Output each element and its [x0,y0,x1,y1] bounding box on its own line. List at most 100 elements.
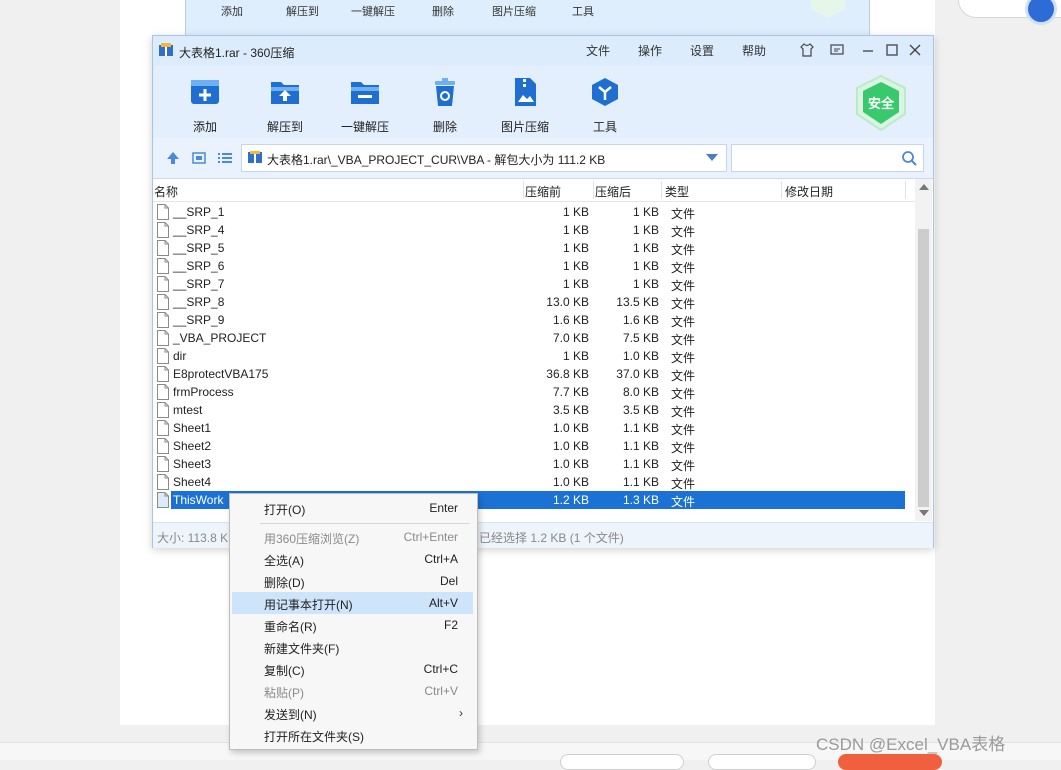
file-name: __SRP_8 [173,295,225,309]
file-size-after: 7.5 KB [622,331,659,345]
file-size-before: 13.0 KB [546,295,589,309]
add-icon [191,80,219,104]
file-row[interactable]: __SRP_4 1 KB 1 KB 文件 [153,221,915,239]
file-type: 文件 [671,369,696,383]
file-row[interactable]: __SRP_5 1 KB 1 KB 文件 [153,239,915,257]
file-type: 文件 [671,387,696,401]
file-size-before: 1 KB [562,241,589,255]
page-bottom-button-1[interactable] [560,754,684,770]
context-menu: 打开(O) Enter 用360压缩浏览(Z) Ctrl+Enter 全选(A) Ctrl… [229,493,478,750]
path-field[interactable]: 大表格1.rar\_VBA_PROJECT_CUR\VBA - 解包大小为 11… [241,144,727,172]
safe-shield-badge[interactable]: 安全 [853,74,909,134]
file-type: 文件 [671,477,696,491]
delete-button[interactable]: 删除 [405,72,485,134]
file-type: 文件 [671,243,696,257]
file-row[interactable]: __SRP_9 1.6 KB 1.6 KB 文件 [153,311,915,329]
file-type: 文件 [671,279,696,293]
search-icon[interactable] [901,150,917,166]
file-row[interactable]: mtest 3.5 KB 3.5 KB 文件 [153,401,915,419]
file-row[interactable]: Sheet3 1.0 KB 1.1 KB 文件 [153,455,915,473]
file-type: 文件 [671,261,696,275]
one-click-extract-button[interactable]: 一键解压 [325,72,405,134]
context-menu-item[interactable]: 打开所在文件夹(S) [232,724,473,746]
file-type: 文件 [671,441,696,455]
column-modified[interactable]: 修改日期 [785,183,833,200]
file-name: E8protectVBA175 [173,367,269,381]
file-row[interactable]: Sheet4 1.0 KB 1.1 KB 文件 [153,473,915,491]
feedback-icon[interactable] [829,42,845,58]
context-menu-item[interactable]: 重命名(R) F2 [232,614,473,636]
column-after[interactable]: 压缩后 [595,183,631,200]
avatar[interactable] [1025,0,1057,25]
file-row[interactable]: Sheet1 1.0 KB 1.1 KB 文件 [153,419,915,437]
extract-to-icon [271,82,299,104]
title-bar[interactable]: 大表格1.rar - 360压缩 文件 操作 设置 帮助 [153,36,933,66]
context-menu-item[interactable]: 用360压缩浏览(Z) Ctrl+Enter [232,526,473,548]
image-compress-button[interactable]: 图片压缩 [485,72,565,134]
user-pill[interactable] [958,0,1061,25]
context-menu-item[interactable]: 粘贴(P) Ctrl+V [232,680,473,702]
file-row[interactable]: __SRP_8 13.0 KB 13.5 KB 文件 [153,293,915,311]
scroll-down-icon[interactable] [919,510,929,516]
search-input[interactable] [736,147,900,171]
file-row[interactable]: dir 1 KB 1.0 KB 文件 [153,347,915,365]
maximize-icon[interactable] [884,42,900,58]
menu-help[interactable]: 帮助 [742,42,766,59]
context-menu-item[interactable]: 打开(O) Enter [232,497,473,519]
context-menu-item[interactable]: 发送到(N) › [232,702,473,724]
context-menu-item[interactable]: 全选(A) Ctrl+A [232,548,473,570]
path-dropdown-icon[interactable] [706,154,718,161]
up-arrow-icon[interactable] [165,150,181,166]
page-bottom-button-2[interactable] [708,754,816,770]
menu-settings[interactable]: 设置 [690,42,714,59]
menu-file[interactable]: 文件 [586,42,610,59]
file-row[interactable]: _VBA_PROJECT 7.0 KB 7.5 KB 文件 [153,329,915,347]
file-size-after: 1 KB [632,205,659,219]
menu-item-label: 新建文件夹(F) [264,642,340,656]
menu-item-label: 重命名(R) [264,620,317,634]
add-button[interactable]: 添加 [165,72,245,134]
column-name[interactable]: 名称 [154,183,178,200]
scroll-thumb[interactable] [918,229,929,507]
file-row[interactable]: __SRP_1 1 KB 1 KB 文件 [153,203,915,221]
file-name: _VBA_PROJECT [173,331,267,345]
menu-item-label: 用360压缩浏览(Z) [264,532,360,546]
column-type[interactable]: 类型 [665,183,689,200]
minimize-icon[interactable] [860,42,876,58]
delete-label: 删除 [432,120,457,134]
thumbnail-view-icon[interactable] [191,150,207,166]
tools-button[interactable]: 工具 [565,72,645,134]
image-compress-icon [515,78,536,106]
file-row[interactable]: frmProcess 7.7 KB 8.0 KB 文件 [153,383,915,401]
extract-to-button[interactable]: 解压到 [245,72,325,134]
shirt-skin-icon[interactable] [799,42,815,58]
list-view-icon[interactable] [217,150,233,166]
file-size-after: 1.3 KB [622,493,659,507]
context-menu-item[interactable]: 删除(D) Del [232,570,473,592]
file-row[interactable]: __SRP_6 1 KB 1 KB 文件 [153,257,915,275]
file-name: dir [173,349,187,363]
scroll-up-icon[interactable] [919,184,929,190]
file-size-before: 7.0 KB [552,331,589,345]
context-menu-item[interactable]: 新建文件夹(F) [232,636,473,658]
menu-separator [260,523,470,524]
context-menu-item[interactable]: 复制(C) Ctrl+C [232,658,473,680]
page-bottom-button-3[interactable] [838,754,942,770]
file-row[interactable]: Sheet2 1.0 KB 1.1 KB 文件 [153,437,915,455]
file-name: Sheet2 [173,439,212,453]
context-menu-item[interactable]: 用记事本打开(N) Alt+V [232,592,473,614]
search-field[interactable] [731,144,924,172]
menu-item-label: 删除(D) [264,576,305,590]
file-icon [157,330,169,346]
close-icon[interactable] [907,42,923,58]
bg-toolbar-label: 工具 [572,6,594,18]
column-before[interactable]: 压缩前 [525,183,561,200]
file-row[interactable]: __SRP_7 1 KB 1 KB 文件 [153,275,915,293]
file-row[interactable]: E8protectVBA175 36.8 KB 37.0 KB 文件 [153,365,915,383]
file-name: Sheet3 [173,457,212,471]
file-name: __SRP_5 [173,241,225,255]
file-size-before: 1.0 KB [552,439,589,453]
vertical-scrollbar[interactable] [915,179,932,521]
menu-operation[interactable]: 操作 [638,42,662,59]
menu-item-shortcut: Ctrl+Enter [403,530,458,544]
